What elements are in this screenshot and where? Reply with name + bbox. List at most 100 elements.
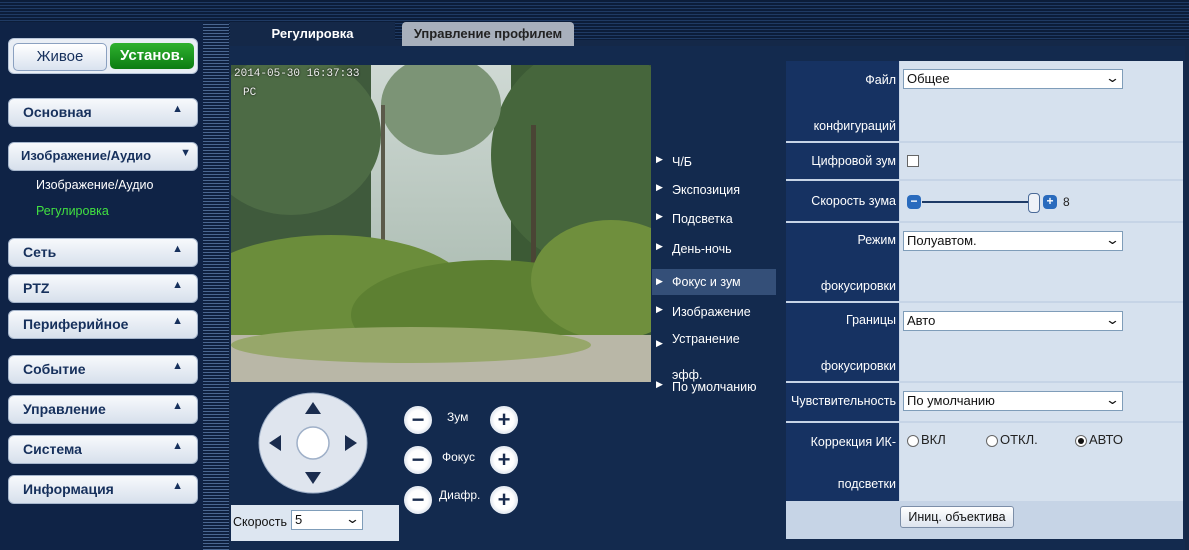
zoom-speed-track xyxy=(922,201,1032,203)
chevron-up-icon: ▲ xyxy=(172,243,183,255)
sensitivity-select[interactable]: По умолчанию ⌄ xyxy=(903,391,1123,411)
menu-info-label: Информация xyxy=(23,481,114,497)
menu-system[interactable]: Система ▲ xyxy=(8,435,198,464)
tab-adjustment[interactable]: Регулировка xyxy=(230,22,395,46)
focus-mode-label-2: фокусировки xyxy=(820,279,896,293)
menu-network[interactable]: Сеть ▲ xyxy=(8,238,198,267)
chevron-up-icon: ▲ xyxy=(172,360,183,372)
ir-off-radio[interactable] xyxy=(986,435,998,447)
digital-zoom-label: Цифровой зум xyxy=(786,143,899,179)
chevron-down-icon: ▼ xyxy=(180,147,191,159)
submenu-day-night[interactable]: ▶ День-ночь xyxy=(652,240,776,270)
config-file-label-1: Файл xyxy=(865,73,896,87)
zoom-out-button[interactable]: − xyxy=(404,406,432,434)
speed-label: Скорость xyxy=(233,515,287,529)
menu-ptz[interactable]: PTZ ▲ xyxy=(8,274,198,303)
submenu-defog-label: Устранение xyxy=(672,332,740,346)
submenu-image-label: Изображение xyxy=(672,305,751,319)
caret-right-icon: ▶ xyxy=(656,154,663,164)
caret-right-icon: ▶ xyxy=(656,241,663,251)
submenu-defog[interactable]: ▶ Устранение эфф. xyxy=(652,330,776,382)
focus-in-button[interactable]: + xyxy=(490,446,518,474)
digital-zoom-checkbox[interactable] xyxy=(907,155,919,167)
menu-network-label: Сеть xyxy=(23,244,57,260)
zoom-speed-slider-handle[interactable] xyxy=(1028,193,1040,213)
caret-right-icon: ▶ xyxy=(656,211,663,221)
caret-right-icon: ▶ xyxy=(656,304,663,314)
ir-auto-radio[interactable] xyxy=(1075,435,1087,447)
focus-mode-select[interactable]: Полуавтом. ⌄ xyxy=(903,231,1123,251)
config-file-select-value: Общее xyxy=(907,71,950,86)
focus-label: Фокус xyxy=(442,450,476,464)
chevron-up-icon: ▲ xyxy=(172,103,183,115)
focus-limit-select-value: Авто xyxy=(907,313,936,328)
menu-management[interactable]: Управление ▲ xyxy=(8,395,198,424)
focus-limit-label: Границы фокусировки xyxy=(786,303,899,381)
focus-mode-label-1: Режим xyxy=(857,233,896,247)
menu-image-audio[interactable]: Изображение/Аудио ▼ xyxy=(8,142,198,171)
sensitivity-select-value: По умолчанию xyxy=(907,393,995,408)
focus-mode-select-value: Полуавтом. xyxy=(907,233,977,248)
ir-correction-label: Коррекция ИК- подсветки xyxy=(786,423,899,501)
config-file-label-2: конфигураций xyxy=(813,119,896,133)
menu-system-label: Система xyxy=(23,441,82,457)
chevron-up-icon: ▲ xyxy=(172,440,183,452)
submenu-focus-zoom[interactable]: ▶ Фокус и зум xyxy=(652,269,776,295)
focus-limit-select[interactable]: Авто ⌄ xyxy=(903,311,1123,331)
config-file-label: Файл конфигураций xyxy=(786,61,899,141)
speed-select[interactable]: 5 ⌄ xyxy=(291,510,363,530)
submenu-backlight[interactable]: ▶ Подсветка xyxy=(652,210,776,240)
chevron-up-icon: ▲ xyxy=(172,400,183,412)
iris-close-button[interactable]: − xyxy=(404,486,432,514)
zoom-in-button[interactable]: + xyxy=(490,406,518,434)
chevron-down-icon: ⌄ xyxy=(1104,312,1121,327)
submenu-image[interactable]: ▶ Изображение xyxy=(652,303,776,333)
chevron-up-icon: ▲ xyxy=(172,279,183,291)
chevron-up-icon: ▲ xyxy=(172,315,183,327)
focus-mode-cell: Полуавтом. ⌄ xyxy=(900,223,1183,301)
ir-on-radio[interactable] xyxy=(907,435,919,447)
sensitivity-label: Чувствительность xyxy=(786,383,899,421)
camera-scene-image xyxy=(231,65,651,382)
menu-info[interactable]: Информация ▲ xyxy=(8,475,198,504)
menu-peripheral[interactable]: Периферийное ▲ xyxy=(8,310,198,339)
submenu-bw[interactable]: ▶ Ч/Б xyxy=(652,153,776,183)
focus-out-button[interactable]: − xyxy=(404,446,432,474)
submenu-exposure[interactable]: ▶ Экспозиция xyxy=(652,181,776,211)
zoom-speed-value: 8 xyxy=(1063,195,1070,209)
lens-init-button[interactable]: Иниц. объектива xyxy=(900,506,1014,528)
ir-correction-label-2: подсветки xyxy=(837,477,896,491)
subitem-image-audio[interactable]: Изображение/Аудио xyxy=(36,178,153,192)
iris-open-button[interactable]: + xyxy=(490,486,518,514)
iris-label: Диафр. xyxy=(439,488,481,502)
submenu-exposure-label: Экспозиция xyxy=(672,183,741,197)
zoom-label: Зум xyxy=(447,410,469,424)
ptz-speed-row: Скорость 5 ⌄ xyxy=(231,505,399,541)
menu-basic[interactable]: Основная ▲ xyxy=(8,98,198,127)
config-file-select[interactable]: Общее ⌄ xyxy=(903,69,1123,89)
sensitivity-label-text: Чувствительность xyxy=(791,394,896,408)
zoom-speed-decrease-button[interactable]: − xyxy=(907,195,921,209)
zoom-speed-label-text: Скорость зума xyxy=(811,194,896,208)
caret-right-icon: ▶ xyxy=(656,379,663,389)
zoom-speed-increase-button[interactable]: + xyxy=(1043,195,1057,209)
submenu-default[interactable]: ▶ По умолчанию xyxy=(652,378,776,408)
menu-ptz-label: PTZ xyxy=(23,280,50,296)
menu-peripheral-label: Периферийное xyxy=(23,316,129,332)
submenu-day-night-label: День-ночь xyxy=(672,242,732,256)
subitem-adjustment[interactable]: Регулировка xyxy=(36,204,109,218)
mode-switcher: Живое Установ. xyxy=(8,38,198,74)
config-file-cell: Общее ⌄ xyxy=(900,61,1183,141)
submenu-focus-zoom-label: Фокус и зум xyxy=(672,275,741,289)
live-button[interactable]: Живое xyxy=(13,43,107,71)
ir-auto-label: АВТО xyxy=(1089,432,1123,447)
focus-limit-label-1: Границы xyxy=(846,313,896,327)
menu-image-audio-label: Изображение/Аудио xyxy=(21,148,152,163)
chevron-down-icon: ⌄ xyxy=(1104,232,1121,247)
menu-event[interactable]: Событие ▲ xyxy=(8,355,198,384)
chevron-up-icon: ▲ xyxy=(172,480,183,492)
tab-profile-management[interactable]: Управление профилем xyxy=(402,22,574,46)
focus-limit-label-2: фокусировки xyxy=(820,359,896,373)
setup-button[interactable]: Установ. xyxy=(110,43,194,69)
ptz-direction-pad[interactable] xyxy=(258,392,368,494)
